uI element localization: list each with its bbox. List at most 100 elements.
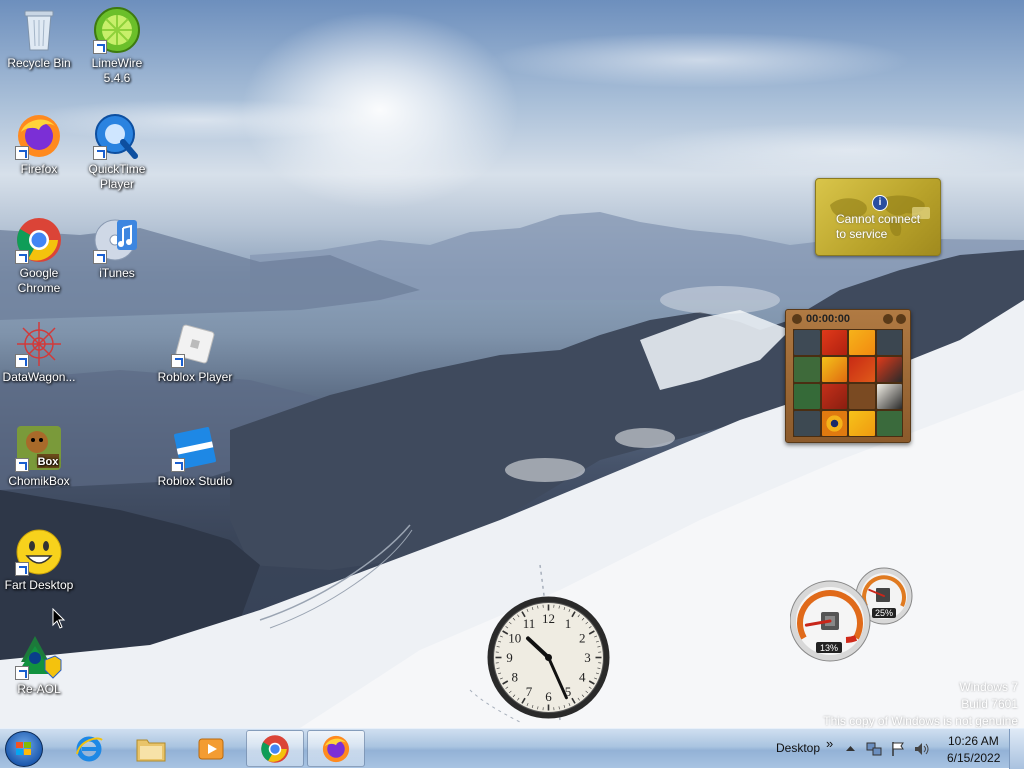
desktop-icon-chomikbox[interactable]: Box ChomikBox: [0, 424, 78, 489]
clock-numeral: 4: [579, 670, 586, 685]
watermark-os: Windows 7: [823, 679, 1018, 696]
info-icon: i: [872, 195, 888, 211]
taskbar: Desktop » 10:26 AM 6/15/2022: [0, 728, 1024, 768]
taskbar-clock-date[interactable]: 6/15/2022: [947, 751, 1000, 765]
watermark-build: Build 7601: [823, 696, 1018, 713]
shortcut-arrow-icon: [15, 250, 29, 264]
shortcut-arrow-icon: [15, 146, 29, 160]
picture-puzzle-gadget[interactable]: 00:00:00: [785, 309, 911, 443]
volume-icon[interactable]: [914, 741, 930, 757]
start-button[interactable]: [5, 731, 43, 767]
desktop-icon-datawagon[interactable]: DataWagon...: [0, 320, 78, 385]
taskbar-windows-explorer[interactable]: [121, 730, 179, 767]
desktop[interactable]: Recycle Bin LimeWire 5.4.6 Firefox Quick…: [0, 0, 1024, 728]
show-hidden-icons-icon[interactable]: [846, 745, 855, 752]
icon-label: ChomikBox: [0, 474, 78, 489]
desktop-toolbar-label[interactable]: Desktop: [776, 741, 820, 755]
icon-label: iTunes: [78, 266, 156, 281]
taskbar-clock-time[interactable]: 10:26 AM: [948, 734, 999, 748]
desktop-icon-limewire[interactable]: LimeWire 5.4.6: [78, 6, 156, 86]
puzzle-back-icon[interactable]: [792, 314, 802, 324]
puzzle-tile[interactable]: [877, 330, 903, 355]
action-center-flag-icon[interactable]: [890, 741, 906, 757]
icon-label: Roblox Studio: [156, 474, 234, 489]
clock-gadget[interactable]: 121234567891011: [485, 594, 612, 721]
watermark-notice: This copy of Windows is not genuine: [823, 713, 1018, 728]
chrome-icon: [15, 216, 63, 264]
puzzle-toolbar: 00:00:00: [790, 313, 906, 327]
re-aol-icon: [15, 632, 63, 680]
shortcut-arrow-icon: [15, 666, 29, 680]
puzzle-tile[interactable]: [822, 330, 848, 355]
toolbar-chevron-icon[interactable]: »: [826, 736, 833, 751]
puzzle-pause-icon[interactable]: [883, 314, 893, 324]
firefox-icon: [321, 734, 351, 764]
puzzle-tile[interactable]: [849, 330, 875, 355]
genuine-watermark: Windows 7 Build 7601 This copy of Window…: [823, 679, 1018, 728]
puzzle-tile[interactable]: [877, 357, 903, 382]
puzzle-tile[interactable]: [794, 411, 820, 436]
cpu-meter-gadget[interactable]: 13% 25%: [790, 566, 916, 662]
puzzle-timer: 00:00:00: [806, 313, 850, 325]
weather-error-line2: to service: [836, 227, 920, 242]
shortcut-arrow-icon: [93, 40, 107, 54]
clock-numeral: 12: [542, 611, 555, 626]
clock-numeral: 11: [523, 616, 536, 631]
clock-numeral: 9: [506, 650, 513, 665]
puzzle-tile[interactable]: [822, 411, 848, 436]
puzzle-tile[interactable]: [849, 411, 875, 436]
icon-label: Recycle Bin: [0, 56, 78, 71]
puzzle-tile[interactable]: [794, 384, 820, 409]
weather-gadget[interactable]: i Cannot connect to service: [815, 178, 941, 256]
desktop-icon-roblox-studio[interactable]: Roblox Studio: [156, 424, 234, 489]
desktop-icon-google-chrome[interactable]: Google Chrome: [0, 216, 78, 296]
shortcut-arrow-icon: [93, 146, 107, 160]
quicktime-icon: [93, 112, 141, 160]
network-icon[interactable]: [866, 741, 882, 757]
puzzle-tile[interactable]: [849, 384, 875, 409]
firefox-icon: [15, 112, 63, 160]
icon-label-line2: Player: [78, 177, 156, 192]
icon-label: Firefox: [0, 162, 78, 177]
puzzle-tile[interactable]: [822, 357, 848, 382]
desktop-icon-roblox-player[interactable]: Roblox Player: [156, 320, 234, 385]
desktop-icon-fart-desktop[interactable]: Fart Desktop: [0, 528, 78, 593]
icon-label: Fart Desktop: [0, 578, 78, 593]
puzzle-tile[interactable]: [794, 357, 820, 382]
puzzle-tile[interactable]: [849, 357, 875, 382]
desktop-icon-firefox[interactable]: Firefox: [0, 112, 78, 177]
shortcut-arrow-icon: [15, 458, 29, 472]
icon-label-line2: 5.4.6: [78, 71, 156, 86]
puzzle-tile[interactable]: [822, 384, 848, 409]
show-desktop-button[interactable]: [1009, 729, 1024, 769]
memory-percent: 25%: [875, 608, 893, 618]
media-player-icon: [196, 734, 226, 764]
desktop-icon-recycle-bin[interactable]: Recycle Bin: [0, 6, 78, 71]
taskbar-google-chrome[interactable]: [246, 730, 304, 767]
folder-icon: [135, 734, 167, 764]
desktop-icon-quicktime[interactable]: QuickTime Player: [78, 112, 156, 192]
shortcut-arrow-icon: [15, 562, 29, 576]
chrome-icon: [260, 734, 290, 764]
shortcut-arrow-icon: [93, 250, 107, 264]
cpu-percent: 13%: [820, 643, 838, 653]
puzzle-tile[interactable]: [877, 384, 903, 409]
svg-text:Box: Box: [38, 456, 60, 468]
icon-label: Re-AOL: [0, 682, 78, 697]
puzzle-tile[interactable]: [794, 330, 820, 355]
datawagon-icon: [15, 320, 63, 368]
limewire-icon: [93, 6, 141, 54]
shortcut-arrow-icon: [171, 458, 185, 472]
clock-numeral: 8: [511, 670, 518, 685]
desktop-icon-itunes[interactable]: iTunes: [78, 216, 156, 281]
shortcut-arrow-icon: [171, 354, 185, 368]
taskbar-firefox[interactable]: [307, 730, 365, 767]
icon-label-line2: Chrome: [0, 281, 78, 296]
taskbar-internet-explorer[interactable]: [60, 730, 118, 767]
clock-numeral: 3: [584, 650, 591, 665]
taskbar-media-player[interactable]: [182, 730, 240, 767]
puzzle-shuffle-icon[interactable]: [896, 314, 906, 324]
clock-numeral: 2: [579, 631, 586, 646]
desktop-icon-re-aol[interactable]: Re-AOL: [0, 632, 78, 697]
puzzle-tile[interactable]: [877, 411, 903, 436]
